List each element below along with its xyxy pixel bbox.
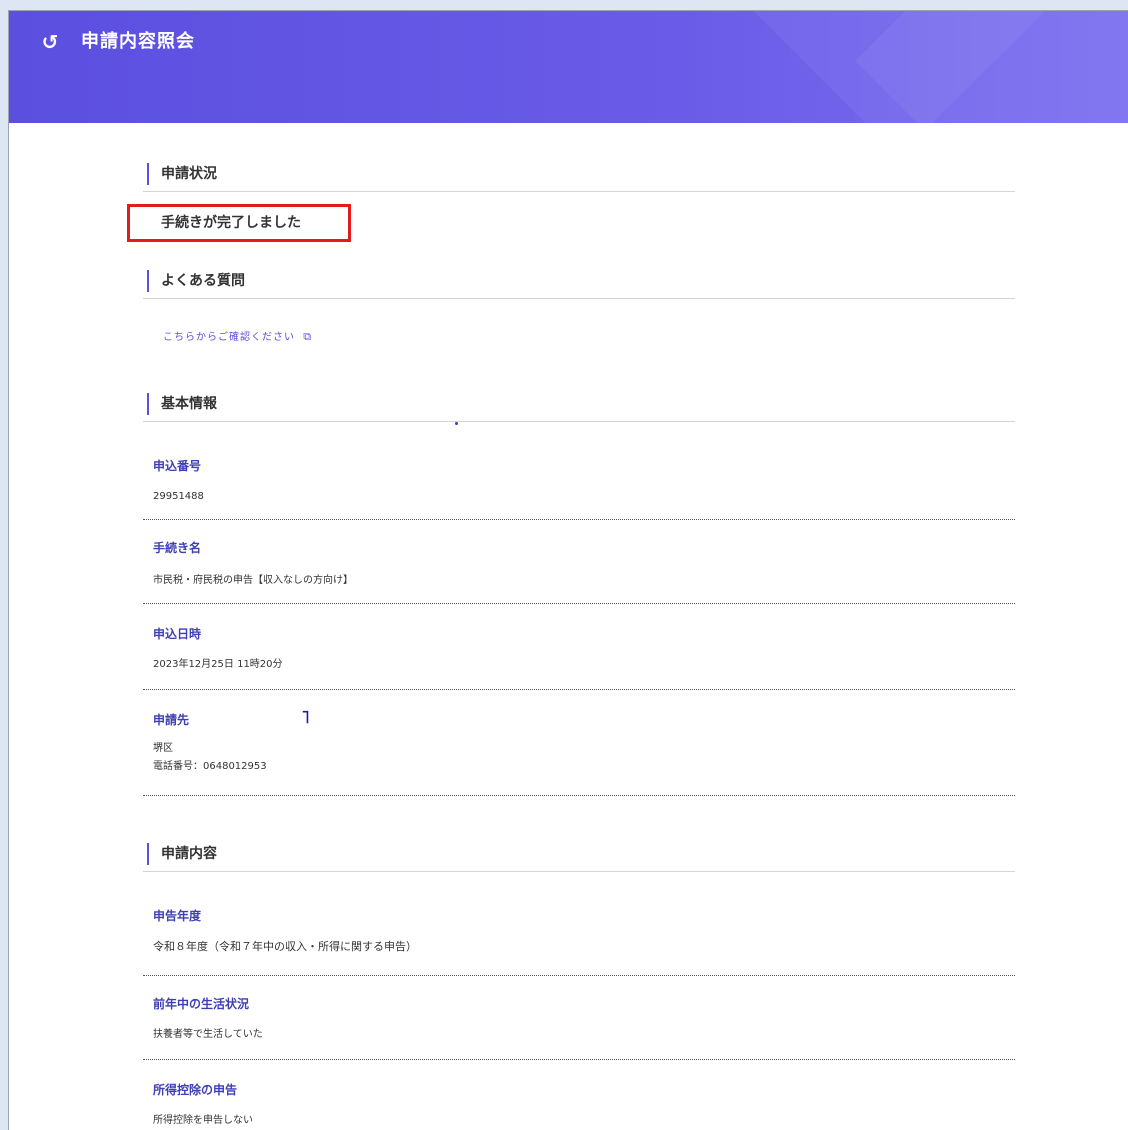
field-value: 29951488 bbox=[153, 491, 204, 502]
external-link-icon: ⧉ bbox=[303, 330, 313, 343]
section-title: よくある質問 bbox=[161, 273, 245, 289]
section-heading-status: 申請状況 bbox=[143, 151, 1015, 192]
section-title: 基本情報 bbox=[161, 396, 217, 412]
section-heading-basic-info: 基本情報 bbox=[143, 381, 1015, 422]
field-tax-year: 申告年度 令和８年度（令和７年中の収入・所得に関する申告） bbox=[143, 885, 1015, 976]
section-bar bbox=[147, 393, 149, 415]
field-label: 申込番号 bbox=[153, 459, 202, 473]
field-living-status: 前年中の生活状況 扶養者等で生活していた bbox=[143, 975, 1015, 1060]
field-value: 市民税・府民税の申告【収入なしの方向け】 bbox=[153, 575, 353, 586]
section-title: 申請状況 bbox=[161, 166, 217, 182]
page-header: ↺ 申請内容照会 bbox=[9, 11, 1128, 123]
section-bar bbox=[147, 843, 149, 865]
section-heading-application-content: 申請内容 bbox=[143, 831, 1015, 872]
field-procedure-name: 手続き名 市民税・府民税の申告【収入なしの方向け】 bbox=[143, 519, 1015, 604]
field-label: 申込日時 bbox=[153, 627, 202, 641]
field-application-destination: 申請先 堺区 電話番号：0648012953 bbox=[143, 689, 1015, 796]
field-label: 申告年度 bbox=[153, 909, 202, 923]
section-bar bbox=[147, 270, 149, 292]
section-heading-faq: よくある質問 bbox=[143, 258, 1015, 299]
field-value: 扶養者等で生活していた bbox=[153, 1029, 263, 1040]
field-value-phone: 電話番号：0648012953 bbox=[153, 761, 267, 772]
field-income-deduction: 所得控除の申告 所得控除を申告しない bbox=[143, 1059, 1015, 1130]
field-value: 令和８年度（令和７年中の収入・所得に関する申告） bbox=[153, 940, 417, 953]
status-text: 手続きが完了しました bbox=[161, 215, 301, 231]
field-label: 手続き名 bbox=[153, 541, 202, 555]
field-label: 申請先 bbox=[153, 713, 190, 727]
field-value: 所得控除を申告しない bbox=[153, 1115, 253, 1126]
faq-link[interactable]: こちらからご確認ください ⧉ bbox=[163, 328, 312, 344]
field-application-number: 申込番号 29951488 bbox=[143, 435, 1015, 520]
faq-link-label: こちらからご確認ください bbox=[163, 332, 295, 343]
field-label: 所得控除の申告 bbox=[153, 1083, 238, 1097]
app-window: ↺ 申請内容照会 申請状況 手続きが完了しました よくある質問 こちらからご確認… bbox=[8, 10, 1128, 1130]
field-value: 2023年12月25日 11時20分 bbox=[153, 659, 283, 670]
cursor-dot bbox=[455, 422, 458, 425]
field-value: 堺区 bbox=[153, 743, 173, 754]
section-bar bbox=[147, 163, 149, 185]
cursor-corner-marker: ˥ bbox=[301, 707, 310, 728]
field-application-datetime: 申込日時 2023年12月25日 11時20分 bbox=[143, 603, 1015, 690]
page-title: 申請内容照会 bbox=[81, 31, 195, 52]
section-title: 申請内容 bbox=[161, 846, 217, 862]
back-arrow-icon[interactable]: ↺ bbox=[37, 29, 63, 55]
field-label: 前年中の生活状況 bbox=[153, 997, 250, 1011]
